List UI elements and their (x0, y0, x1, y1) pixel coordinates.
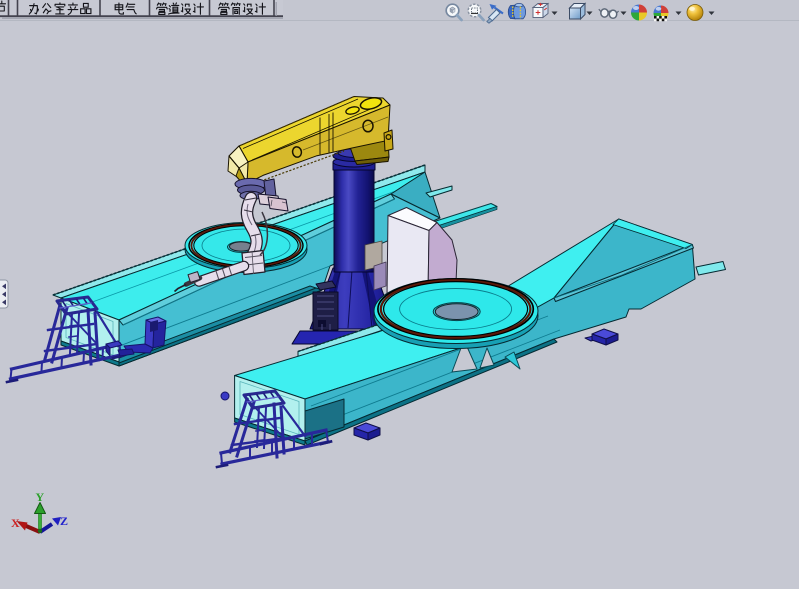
svg-text:Z: Z (60, 514, 68, 528)
svg-text:Y: Y (36, 490, 45, 504)
svg-text:X: X (11, 516, 20, 530)
